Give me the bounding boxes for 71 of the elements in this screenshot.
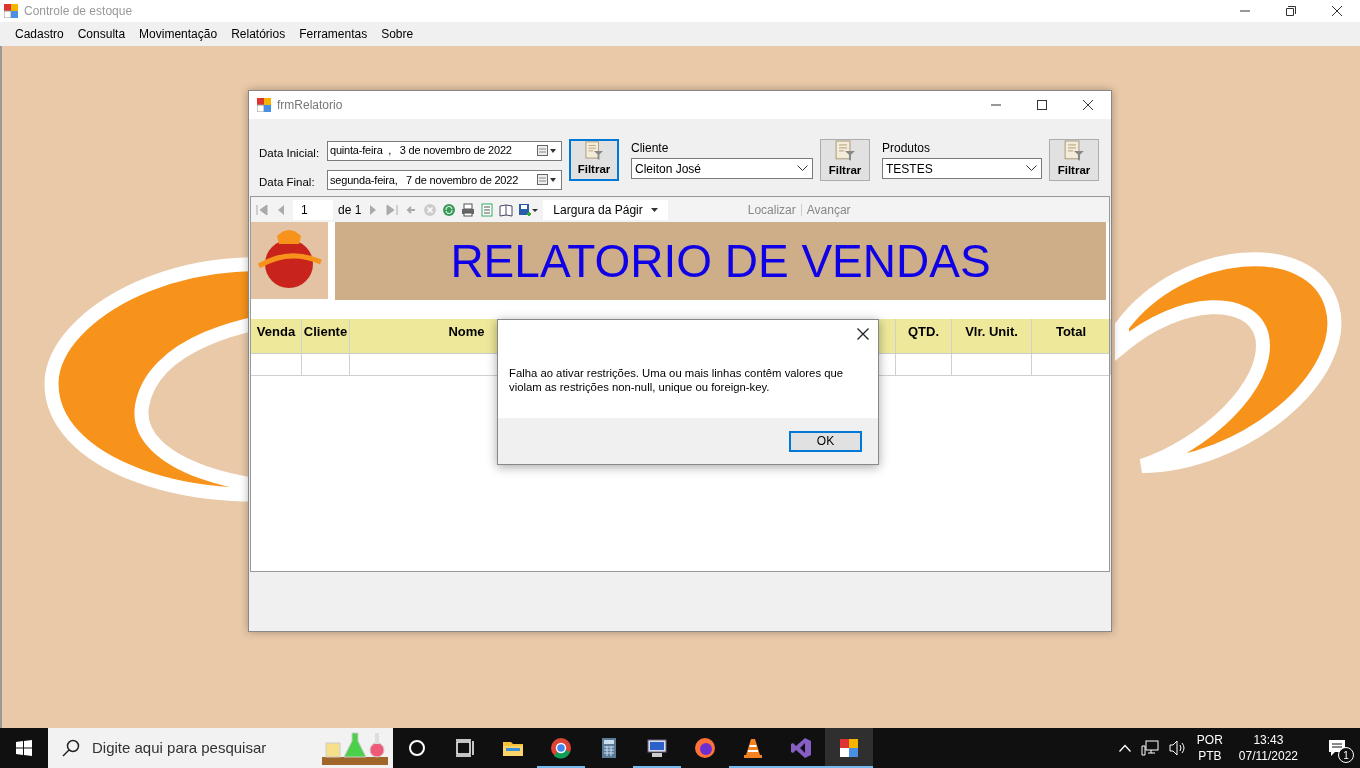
traffic-cone-icon bbox=[742, 737, 764, 759]
window-title: Controle de estoque bbox=[24, 3, 133, 20]
page-number-field[interactable]: 1 bbox=[293, 199, 333, 220]
taskbar-app[interactable] bbox=[825, 728, 873, 768]
notification-button[interactable]: 1 bbox=[1322, 733, 1352, 763]
date-picker[interactable]: quinta-feira , 3 de novembro de 2022 bbox=[327, 140, 562, 161]
close-icon[interactable] bbox=[1332, 6, 1342, 16]
field-label: Data Inicial: bbox=[259, 146, 319, 161]
clock[interactable]: 13:43 07/11/2022 bbox=[1232, 731, 1304, 765]
windows-start-icon[interactable] bbox=[16, 740, 32, 756]
close-icon[interactable] bbox=[857, 328, 869, 340]
column-header: Nome bbox=[448, 323, 485, 341]
print-icon[interactable] bbox=[461, 202, 476, 217]
filter-button[interactable]: Filtrar bbox=[1049, 139, 1099, 181]
caret-icon bbox=[650, 207, 658, 212]
menu-item[interactable]: Consulta bbox=[70, 25, 133, 43]
menu-item[interactable]: Relatórios bbox=[224, 25, 293, 43]
field-label: Produtos bbox=[882, 140, 932, 157]
network-icon[interactable] bbox=[1140, 740, 1159, 756]
column-header: Vlr. Unit. bbox=[965, 323, 1018, 341]
zoom-dropdown[interactable]: Largura da Págir bbox=[543, 199, 668, 220]
ok-button[interactable]: OK bbox=[789, 430, 862, 452]
export-icon[interactable] bbox=[518, 202, 539, 217]
search-icon bbox=[62, 739, 80, 757]
filter-button[interactable]: Filtrar bbox=[820, 139, 870, 181]
field-label: Cliente bbox=[631, 140, 670, 157]
task-view-icon[interactable] bbox=[454, 737, 476, 759]
chevron-icon bbox=[797, 165, 808, 172]
fox-icon bbox=[694, 737, 716, 759]
menu-item[interactable]: Cadastro bbox=[8, 25, 71, 43]
browser-icon bbox=[550, 737, 572, 759]
chevron-icon bbox=[1026, 165, 1037, 172]
volume-icon[interactable] bbox=[1168, 740, 1187, 756]
calendar-icon bbox=[537, 144, 557, 157]
chevron-up-icon[interactable] bbox=[1118, 744, 1131, 752]
column-header: Total bbox=[1055, 323, 1087, 341]
calendar-icon bbox=[537, 173, 557, 186]
date-picker[interactable]: segunda-feira, 7 de novembro de 2022 bbox=[327, 169, 562, 190]
field-label: Data Final: bbox=[259, 175, 316, 191]
close-icon[interactable] bbox=[1083, 100, 1093, 110]
notification-count: 1 bbox=[1338, 747, 1354, 763]
menu-item[interactable]: Sobre bbox=[374, 25, 421, 43]
cortana-icon[interactable] bbox=[406, 737, 428, 759]
app-icon bbox=[4, 4, 18, 18]
flasks-drawing bbox=[320, 731, 390, 765]
filter-icon bbox=[834, 140, 856, 162]
page-count: de 1 bbox=[338, 201, 362, 219]
restore-icon[interactable] bbox=[1286, 6, 1296, 16]
column-header: Venda bbox=[256, 323, 296, 341]
column-header: QTD. bbox=[907, 323, 940, 341]
language-indicator[interactable]: POR PTB bbox=[1196, 731, 1223, 765]
maximize-icon[interactable] bbox=[1037, 100, 1047, 110]
search-bar[interactable]: Digite aqui para pesquisar bbox=[48, 728, 393, 768]
error-message: Falha ao ativar restrições. Uma ou mais linhas contêm valores que violam as restrições non-null, unique ou foreign-key. bbox=[508, 366, 845, 396]
app-icon bbox=[257, 98, 271, 112]
dropdown-field[interactable]: Cleiton José bbox=[631, 158, 813, 179]
search-field[interactable]: Digite aqui para pesquisar bbox=[90, 735, 310, 761]
app-icon bbox=[838, 737, 860, 759]
filter-button[interactable]: Filtrar bbox=[569, 139, 619, 181]
filter-icon bbox=[583, 141, 605, 161]
refresh-icon[interactable] bbox=[442, 202, 457, 217]
filter-icon bbox=[1063, 140, 1085, 162]
window-title: frmRelatorio bbox=[277, 97, 343, 114]
menu-item[interactable]: Movimentação bbox=[132, 25, 225, 43]
column-header: Cliente bbox=[303, 323, 348, 341]
menu-item[interactable]: Ferramentas bbox=[292, 25, 375, 43]
report-title: RELATORIO DE VENDAS bbox=[335, 222, 1106, 300]
computer-icon bbox=[646, 737, 668, 759]
studio-icon bbox=[790, 737, 812, 759]
dropdown-field[interactable]: TESTES bbox=[882, 158, 1042, 179]
page-setup-icon[interactable] bbox=[499, 202, 514, 217]
